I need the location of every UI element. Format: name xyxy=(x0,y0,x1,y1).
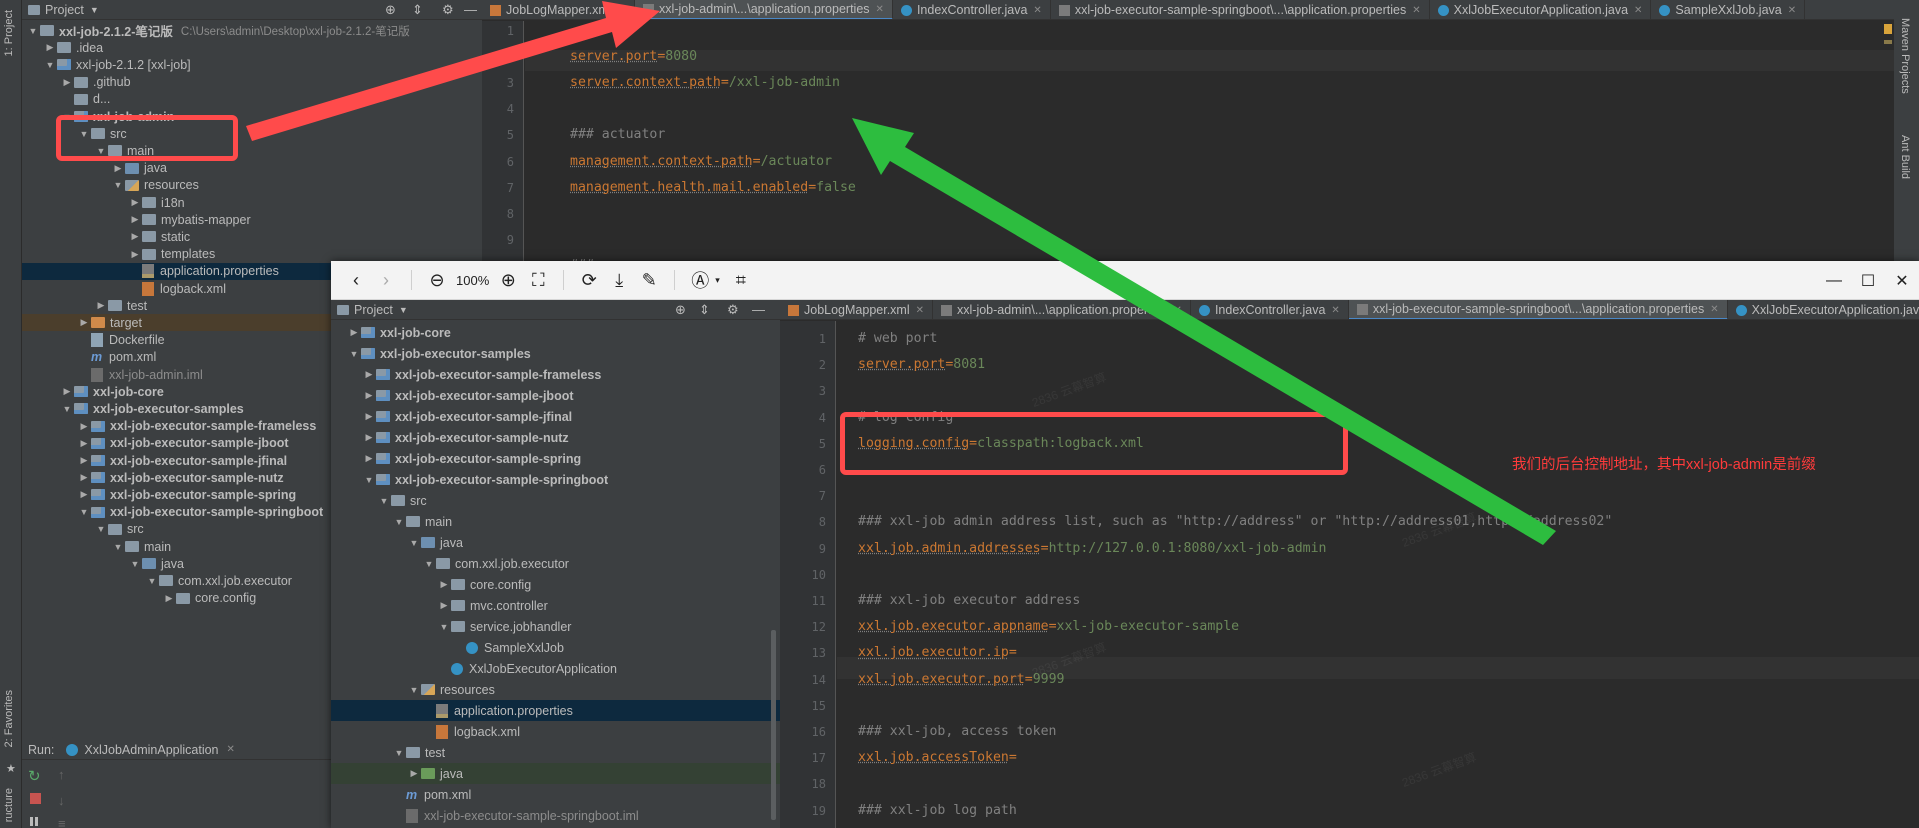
red-arrow xyxy=(246,1,660,141)
green-arrow xyxy=(852,118,1556,545)
annotation-arrows xyxy=(246,1,1556,545)
screenshot-root: 1: Project 2: Favorites ructure Project … xyxy=(0,0,1919,828)
